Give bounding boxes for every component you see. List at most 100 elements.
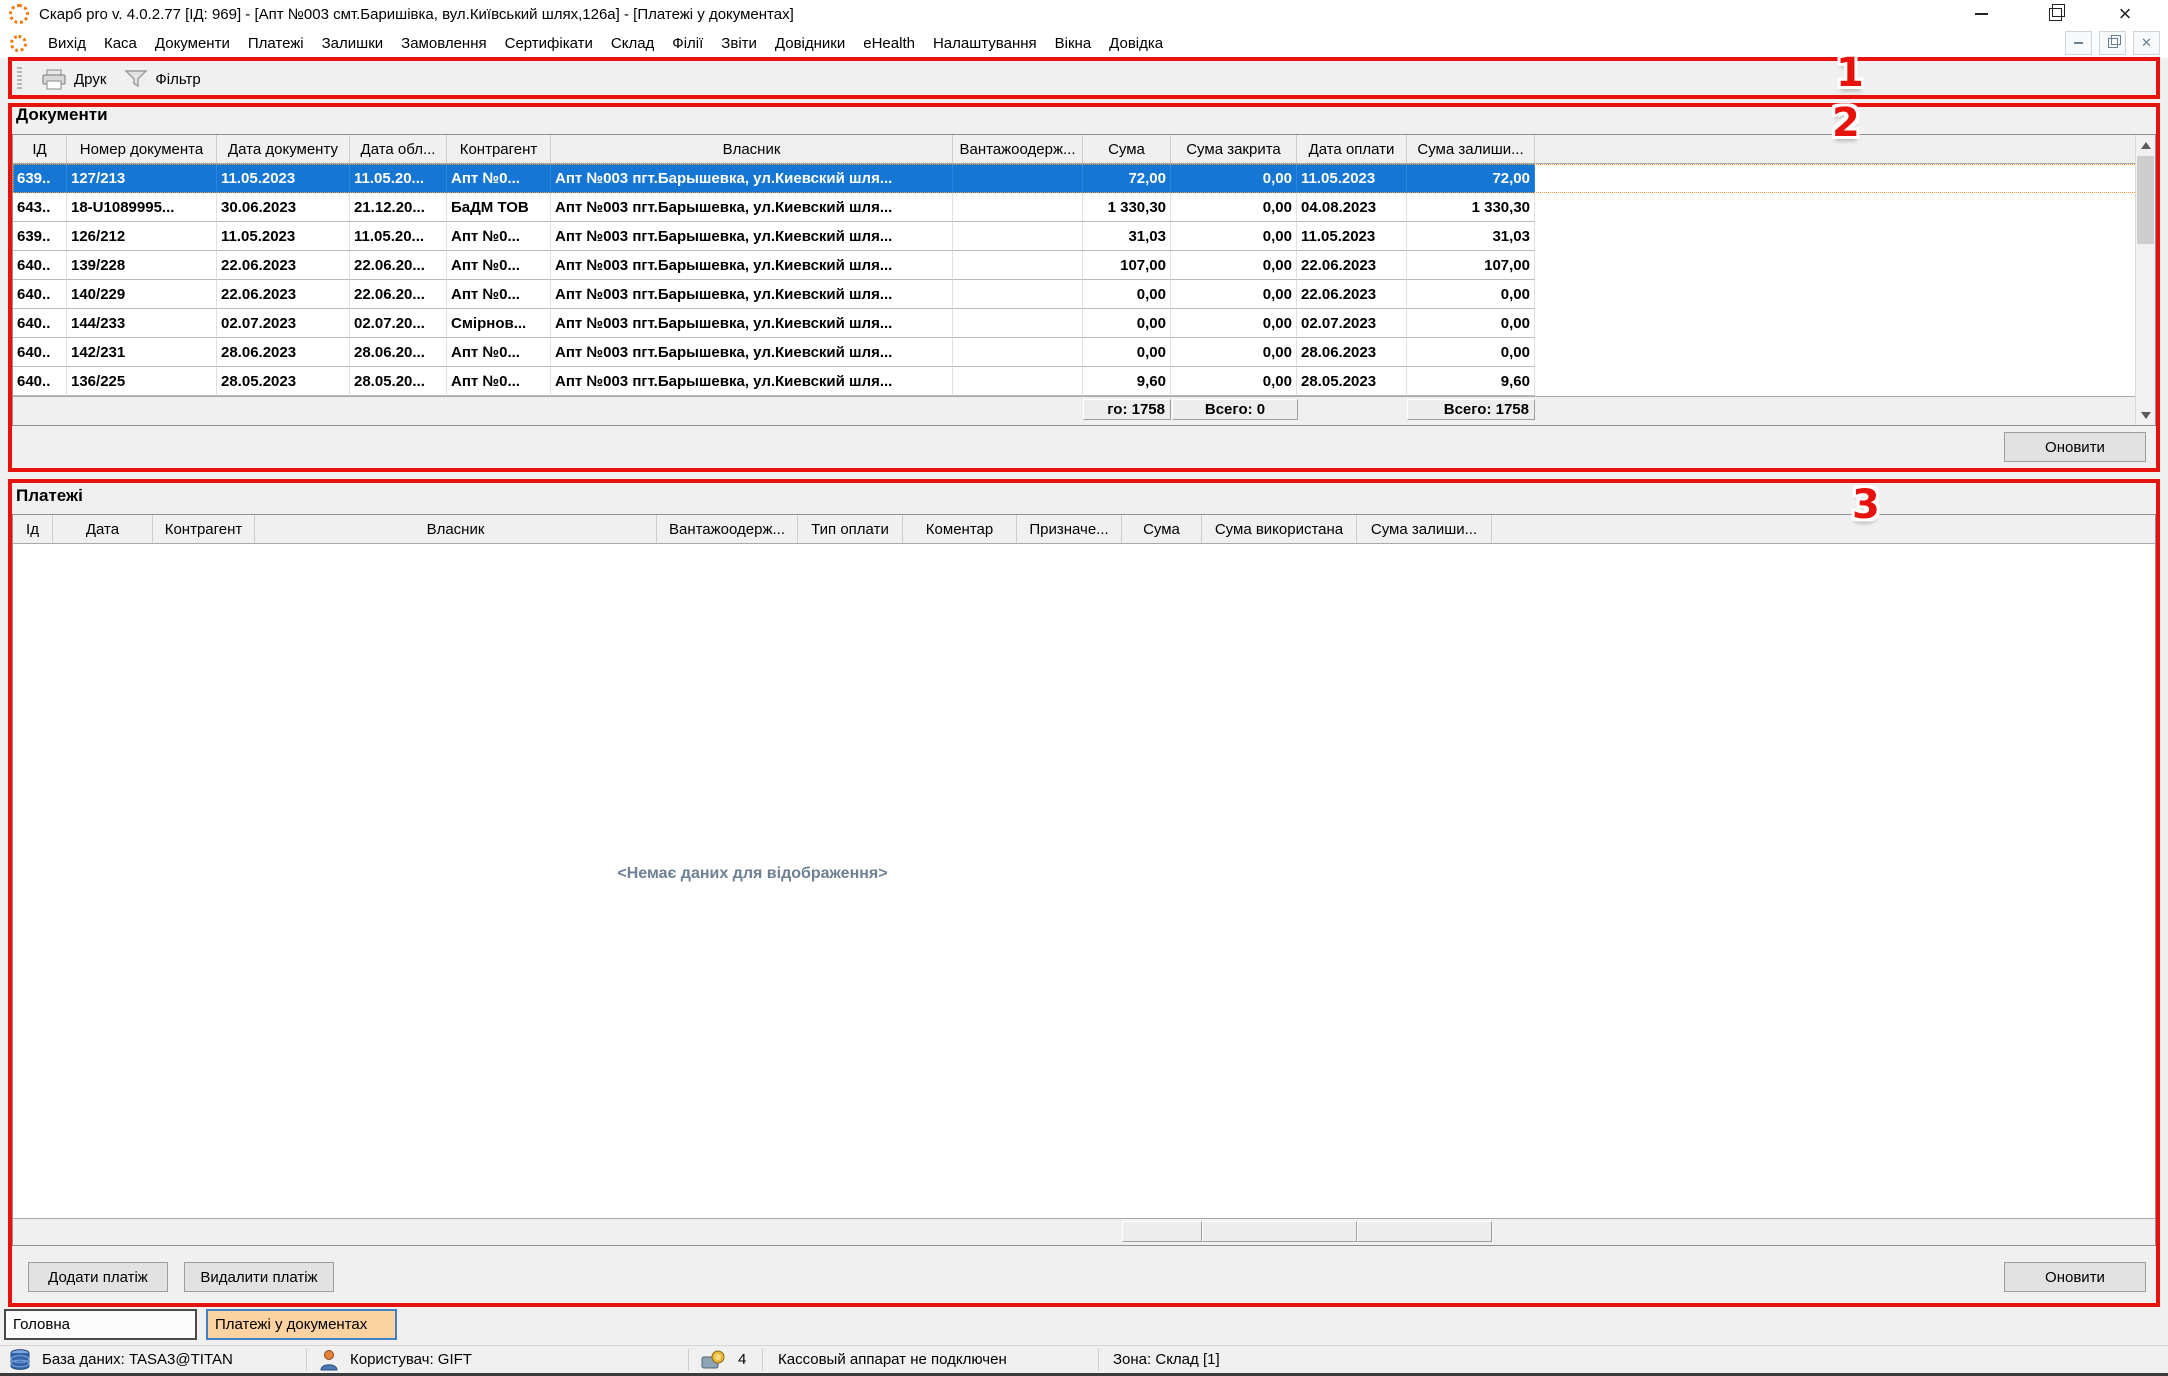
- column-header[interactable]: Призначе...: [1017, 515, 1122, 543]
- toolbar-grip[interactable]: [17, 67, 22, 91]
- table-row[interactable]: 640..144/23302.07.202302.07.20...Смірнов…: [13, 309, 2155, 338]
- column-header[interactable]: Дата оплати: [1297, 135, 1407, 163]
- menu-item-5[interactable]: Замовлення: [392, 35, 495, 52]
- column-header[interactable]: Сума залиши...: [1407, 135, 1535, 163]
- column-header[interactable]: Контрагент: [153, 515, 255, 543]
- table-cell: 28.05.2023: [1297, 367, 1407, 396]
- table-cell: 28.05.20...: [350, 367, 447, 396]
- column-header[interactable]: Коментар: [903, 515, 1017, 543]
- filter-button[interactable]: Фільтр: [115, 66, 209, 92]
- table-row[interactable]: 639..126/21211.05.202311.05.20...Апт №0.…: [13, 222, 2155, 251]
- table-cell: 0,00: [1171, 309, 1297, 338]
- table-cell: 0,00: [1171, 338, 1297, 367]
- table-row[interactable]: 640..140/22922.06.202322.06.20...Апт №0.…: [13, 280, 2155, 309]
- menu-item-6[interactable]: Сертифікати: [496, 35, 602, 52]
- table-cell: 0,00: [1171, 222, 1297, 251]
- column-header[interactable]: Власник: [255, 515, 657, 543]
- column-header[interactable]: Вантажоодерж...: [657, 515, 798, 543]
- scroll-up-button[interactable]: [2136, 135, 2155, 155]
- table-row[interactable]: 643..18-U1089995...30.06.202321.12.20...…: [13, 193, 2155, 222]
- menu-item-9[interactable]: Звіти: [712, 35, 766, 52]
- sum-left-total-cell: Всего: 1758: [1407, 399, 1535, 420]
- minimize-button[interactable]: [1958, 0, 2004, 28]
- table-cell: [953, 367, 1083, 396]
- column-header[interactable]: Сума: [1122, 515, 1202, 543]
- documents-footer: го: 1758 Всего: 0 Всего: 1758: [13, 396, 2155, 425]
- column-header[interactable]: Дата обл...: [350, 135, 447, 163]
- column-header[interactable]: Сума використана: [1202, 515, 1357, 543]
- status-bar: База даних: TASA3@TITAN Користувач: GIFT…: [0, 1345, 2168, 1374]
- column-header[interactable]: Сума залиши...: [1357, 515, 1492, 543]
- scrollbar-thumb[interactable]: [2137, 156, 2154, 244]
- table-cell: Апт №0...: [447, 222, 551, 251]
- vertical-scrollbar[interactable]: [2135, 135, 2155, 425]
- table-cell: 0,00: [1171, 193, 1297, 222]
- table-cell: 0,00: [1407, 280, 1535, 309]
- table-cell: 11.05.2023: [1297, 164, 1407, 193]
- title-bar: Скарб pro v. 4.0.2.77 [ІД: 969] - [Апт №…: [0, 0, 2168, 28]
- menu-item-12[interactable]: Налаштування: [924, 35, 1046, 52]
- table-cell: 142/231: [67, 338, 217, 367]
- mdi-restore-button[interactable]: [2099, 31, 2126, 55]
- table-cell: 1 330,30: [1407, 193, 1535, 222]
- table-cell: Апт №003 пгт.Барышевка, ул.Киевский шля.…: [551, 251, 953, 280]
- table-cell: 107,00: [1407, 251, 1535, 280]
- column-header[interactable]: Вантажоодерж...: [953, 135, 1083, 163]
- mdi-window-controls: ✕: [2065, 31, 2160, 55]
- menu-item-4[interactable]: Залишки: [313, 35, 393, 52]
- restore-button[interactable]: [2032, 0, 2078, 28]
- table-cell: 139/228: [67, 251, 217, 280]
- mdi-close-button[interactable]: ✕: [2133, 31, 2160, 55]
- table-row[interactable]: 640..136/22528.05.202328.05.20...Апт №0.…: [13, 367, 2155, 396]
- menu-item-3[interactable]: Платежі: [239, 35, 313, 52]
- arrow-down-icon: [2141, 412, 2151, 419]
- table-cell: 639..: [13, 222, 67, 251]
- table-cell: 72,00: [1083, 164, 1171, 193]
- database-status: База даних: TASA3@TITAN: [42, 1351, 233, 1368]
- toolbar: Друк Фільтр: [12, 61, 2158, 97]
- column-header[interactable]: Номер документа: [67, 135, 217, 163]
- menu-item-14[interactable]: Довідка: [1100, 35, 1172, 52]
- print-button[interactable]: Друк: [32, 66, 115, 93]
- table-cell: 640..: [13, 367, 67, 396]
- add-payment-button[interactable]: Додати платіж: [28, 1262, 168, 1292]
- column-header[interactable]: Контрагент: [447, 135, 551, 163]
- column-header[interactable]: Власник: [551, 135, 953, 163]
- status-divider: [1098, 1349, 1099, 1371]
- column-header[interactable]: Ід: [13, 515, 53, 543]
- column-header[interactable]: Сума закрита: [1171, 135, 1297, 163]
- menu-item-0[interactable]: Вихід: [39, 35, 95, 52]
- menu-item-7[interactable]: Склад: [602, 35, 663, 52]
- table-cell: 126/212: [67, 222, 217, 251]
- tab-payments-in-documents[interactable]: Платежі у документах: [206, 1309, 397, 1340]
- column-header[interactable]: Тип оплати: [798, 515, 903, 543]
- menu-item-13[interactable]: Вікна: [1046, 35, 1101, 52]
- table-cell: [953, 280, 1083, 309]
- table-row[interactable]: 640..139/22822.06.202322.06.20...Апт №0.…: [13, 251, 2155, 280]
- menu-item-1[interactable]: Каса: [95, 35, 146, 52]
- column-header[interactable]: Дата: [53, 515, 153, 543]
- menu-item-11[interactable]: eHealth: [854, 35, 924, 52]
- close-icon: ×: [2119, 3, 2132, 25]
- close-button[interactable]: ×: [2102, 0, 2148, 28]
- column-header[interactable]: ІД: [13, 135, 67, 163]
- column-header[interactable]: Дата документу: [217, 135, 350, 163]
- menu-item-10[interactable]: Довідники: [766, 35, 854, 52]
- payments-refresh-button[interactable]: Оновити: [2004, 1262, 2146, 1292]
- mdi-minimize-button[interactable]: [2065, 31, 2092, 55]
- menu-item-8[interactable]: Філії: [663, 35, 712, 52]
- payments-section-title: Платежі: [16, 486, 83, 506]
- table-cell: 0,00: [1171, 251, 1297, 280]
- table-row[interactable]: 639..127/21311.05.202311.05.20...Апт №0.…: [13, 164, 2155, 193]
- column-header[interactable]: Сума: [1083, 135, 1171, 163]
- table-cell: 22.06.2023: [1297, 280, 1407, 309]
- documents-refresh-button[interactable]: Оновити: [2004, 432, 2146, 462]
- table-cell: 22.06.20...: [350, 251, 447, 280]
- menu-item-2[interactable]: Документи: [146, 35, 239, 52]
- table-row[interactable]: 640..142/23128.06.202328.06.20...Апт №0.…: [13, 338, 2155, 367]
- table-cell: 640..: [13, 338, 67, 367]
- tab-main[interactable]: Головна: [4, 1309, 197, 1340]
- table-cell: 136/225: [67, 367, 217, 396]
- delete-payment-button[interactable]: Видалити платіж: [184, 1262, 334, 1292]
- scroll-down-button[interactable]: [2136, 405, 2155, 425]
